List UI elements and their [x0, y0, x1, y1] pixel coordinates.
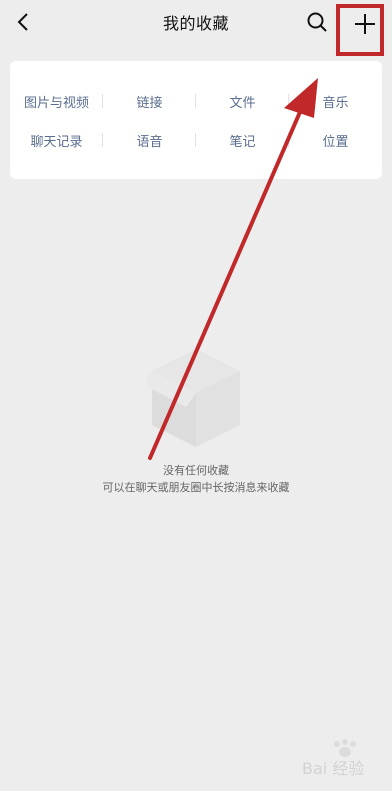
category-label: 图片与视频	[23, 95, 89, 111]
watermark: Bai 经验	[300, 738, 386, 782]
category-label: 链接	[136, 95, 163, 111]
category-music[interactable]: 音乐	[289, 89, 382, 113]
search-button[interactable]	[303, 8, 331, 36]
category-row-2: 聊天记录 语音 笔记 位置	[10, 128, 382, 152]
favorites-page: 我的收藏 图片与视频 链接 文件 音乐 聊天记录 语音 笔记 位置 没有任何收藏…	[0, 0, 392, 791]
watermark-text: Bai 经验	[302, 759, 364, 778]
category-notes[interactable]: 笔记	[196, 128, 289, 152]
category-label: 语音	[136, 134, 163, 150]
search-icon	[307, 12, 327, 32]
empty-state-hint: 可以在聊天或朋友圈中长按消息来收藏	[102, 481, 290, 494]
category-label: 文件	[229, 95, 256, 111]
category-row-1: 图片与视频 链接 文件 音乐	[10, 89, 382, 113]
category-photos-videos[interactable]: 图片与视频	[10, 89, 103, 113]
page-title: 我的收藏	[162, 14, 229, 33]
top-bar: 我的收藏	[0, 0, 392, 48]
category-label: 笔记	[229, 134, 256, 150]
category-files[interactable]: 文件	[196, 89, 289, 113]
category-card: 图片与视频 链接 文件 音乐 聊天记录 语音 笔记 位置	[10, 61, 382, 179]
category-label: 音乐	[322, 95, 349, 111]
empty-box-icon	[146, 349, 240, 447]
category-chat-history[interactable]: 聊天记录	[10, 128, 103, 152]
category-label: 位置	[322, 134, 349, 150]
category-voice[interactable]: 语音	[103, 128, 196, 152]
category-location[interactable]: 位置	[289, 128, 382, 152]
empty-state-title: 没有任何收藏	[163, 464, 229, 477]
baidu-paw-icon: Bai 经验	[302, 739, 364, 778]
category-links[interactable]: 链接	[103, 89, 196, 113]
annotation-highlight-box	[336, 4, 384, 56]
category-label: 聊天记录	[30, 134, 83, 150]
